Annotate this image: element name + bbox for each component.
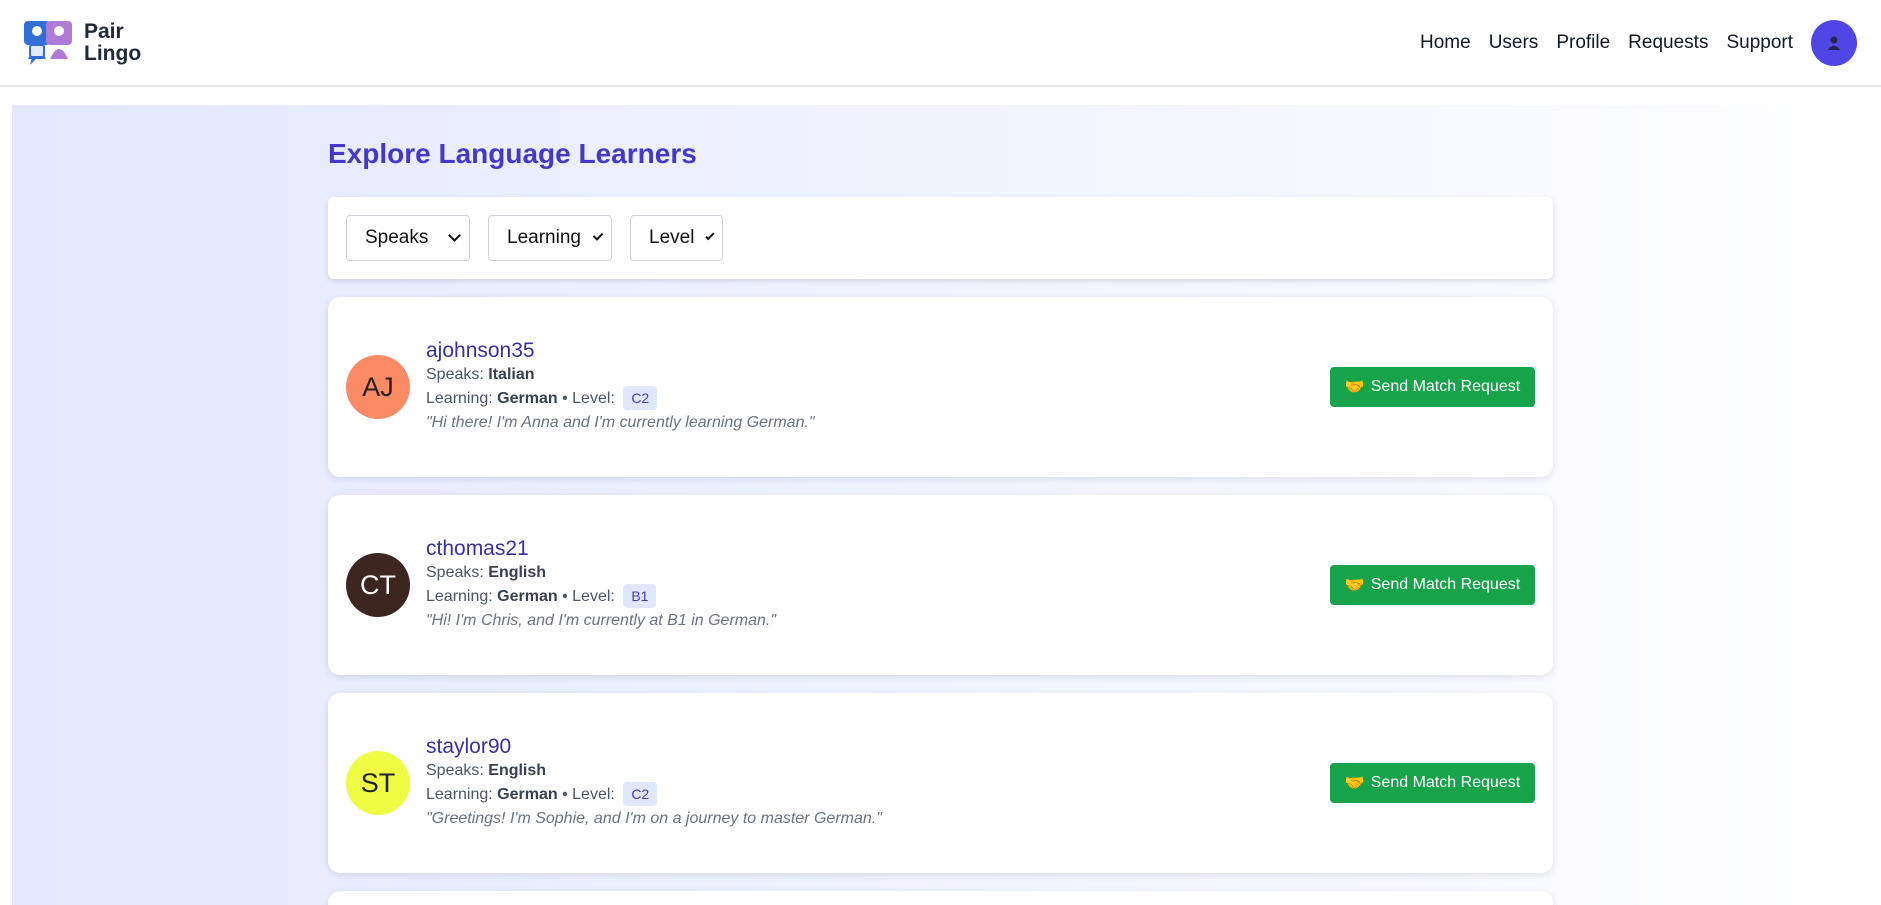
- main-content: Explore Language Learners Speaks Learnin…: [328, 105, 1553, 905]
- speaks-label: Speaks:: [426, 366, 484, 383]
- learning-value: German: [497, 390, 558, 407]
- user-avatar: AJ: [346, 355, 410, 419]
- user-info: ajohnson35 Speaks: Italian Learning: Ger…: [426, 338, 815, 436]
- learning-line: Learning: German • Level: B1: [426, 584, 776, 608]
- level-badge: C2: [623, 386, 658, 410]
- user-card: AJ ajohnson35 Speaks: Italian Learning: …: [328, 297, 1553, 477]
- user-card-partial: [328, 891, 1553, 905]
- user-bio: "Greetings! I'm Sophie, and I'm on a jou…: [426, 810, 882, 827]
- account-avatar-button[interactable]: [1811, 19, 1857, 66]
- brand-line-2: Lingo: [84, 41, 142, 65]
- speaks-label: Speaks:: [426, 564, 484, 581]
- learning-filter-select[interactable]: Learning: [488, 215, 612, 261]
- pair-lingo-logo-icon: [24, 20, 72, 65]
- user-icon: [1827, 36, 1841, 50]
- speaks-line: Speaks: Italian: [426, 364, 815, 386]
- learning-label: Learning:: [426, 786, 493, 803]
- level-badge: B1: [623, 584, 657, 608]
- username[interactable]: cthomas21: [426, 536, 776, 562]
- speaks-filter-select[interactable]: Speaks: [346, 215, 470, 261]
- nav-users[interactable]: Users: [1489, 32, 1539, 54]
- send-match-request-button[interactable]: 🤝 Send Match Request: [1330, 367, 1535, 407]
- user-avatar: ST: [346, 751, 410, 815]
- nav-requests[interactable]: Requests: [1628, 32, 1708, 54]
- username[interactable]: staylor90: [426, 734, 882, 760]
- speaks-filter-value: Speaks: [365, 227, 429, 248]
- level-label: Level:: [572, 786, 615, 803]
- send-match-request-button[interactable]: 🤝 Send Match Request: [1330, 763, 1535, 803]
- learning-line: Learning: German • Level: C2: [426, 386, 815, 410]
- learning-filter-value: Learning: [507, 227, 581, 248]
- button-label: Send Match Request: [1370, 774, 1521, 791]
- learning-line: Learning: German • Level: C2: [426, 782, 882, 806]
- handshake-icon: 🤝: [1344, 379, 1365, 396]
- username[interactable]: ajohnson35: [426, 338, 815, 364]
- user-bio: "Hi there! I'm Anna and I'm currently le…: [426, 414, 815, 431]
- send-match-request-button[interactable]: 🤝 Send Match Request: [1330, 565, 1535, 605]
- filter-bar: Speaks Learning Level: [328, 197, 1553, 279]
- top-navbar: Pair Lingo Home Users Profile Requests S…: [0, 0, 1881, 87]
- user-initials: CT: [360, 569, 396, 600]
- brand-line-1: Pair: [84, 19, 124, 43]
- level-label: Level:: [572, 390, 615, 407]
- user-initials: AJ: [362, 371, 394, 402]
- chevron-down-icon: [592, 230, 604, 241]
- learning-label: Learning:: [426, 390, 493, 407]
- speaks-value: English: [488, 762, 547, 779]
- nav-home[interactable]: Home: [1420, 32, 1471, 54]
- speaks-line: Speaks: English: [426, 760, 882, 782]
- brand-name: Pair Lingo: [84, 19, 142, 65]
- level-filter-value: Level: [649, 227, 695, 248]
- user-card: CT cthomas21 Speaks: English Learning: G…: [328, 495, 1553, 675]
- speaks-line: Speaks: English: [426, 562, 776, 584]
- user-initials: ST: [360, 767, 396, 798]
- button-label: Send Match Request: [1370, 378, 1521, 395]
- learning-label: Learning:: [426, 588, 493, 605]
- speaks-label: Speaks:: [426, 762, 484, 779]
- user-bio: "Hi! I'm Chris, and I'm currently at B1 …: [426, 612, 777, 629]
- speaks-value: Italian: [488, 366, 535, 383]
- handshake-icon: 🤝: [1344, 577, 1365, 594]
- separator: •: [562, 390, 568, 407]
- user-info: cthomas21 Speaks: English Learning: Germ…: [426, 536, 776, 634]
- user-info: staylor90 Speaks: English Learning: Germ…: [426, 734, 882, 832]
- brand[interactable]: Pair Lingo: [22, 19, 141, 67]
- chevron-down-icon: [705, 231, 715, 240]
- nav-support[interactable]: Support: [1726, 32, 1793, 54]
- learning-value: German: [497, 786, 558, 803]
- level-filter-select[interactable]: Level: [630, 215, 723, 261]
- level-badge: C2: [623, 782, 658, 806]
- button-label: Send Match Request: [1370, 576, 1521, 593]
- separator: •: [562, 588, 568, 605]
- main-nav: Home Users Profile Requests Support: [1420, 19, 1857, 66]
- level-label: Level:: [572, 588, 615, 605]
- handshake-icon: 🤝: [1344, 775, 1365, 792]
- page-title: Explore Language Learners: [328, 138, 697, 169]
- speaks-value: English: [488, 564, 547, 581]
- learning-value: German: [497, 588, 558, 605]
- nav-profile[interactable]: Profile: [1556, 32, 1610, 54]
- user-card: ST staylor90 Speaks: English Learning: G…: [328, 693, 1553, 873]
- separator: •: [562, 786, 568, 803]
- user-avatar: CT: [346, 553, 410, 617]
- chevron-down-icon: [448, 229, 461, 242]
